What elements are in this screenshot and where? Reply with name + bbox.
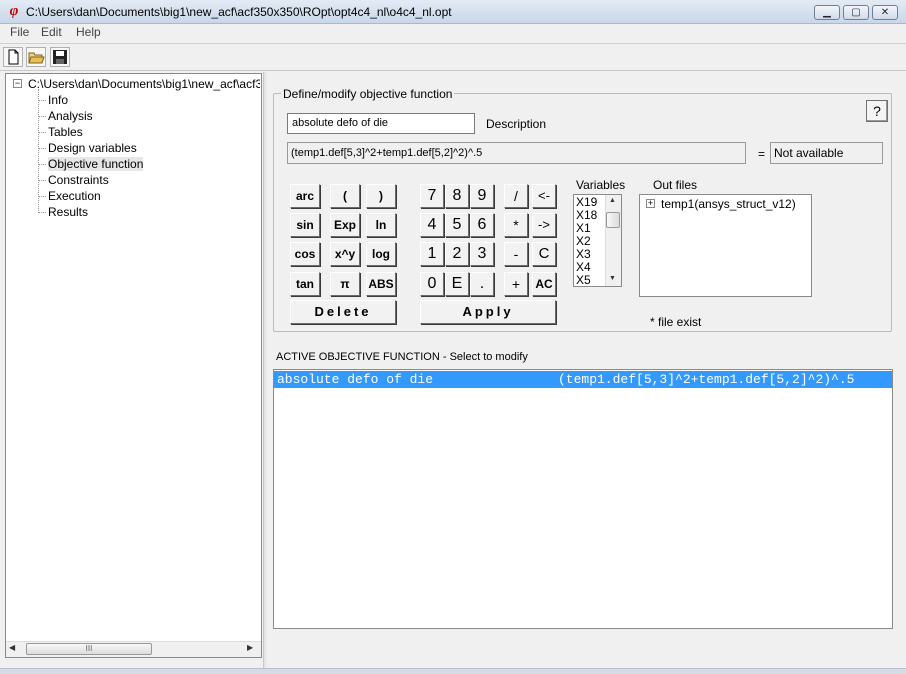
scroll-right-icon[interactable]: ▶ (247, 643, 253, 652)
pane-splitter[interactable] (263, 72, 266, 670)
digit-3-button[interactable]: 3 (470, 242, 494, 266)
tree-connector (38, 212, 46, 213)
tree-item-info[interactable]: Info (48, 93, 68, 107)
scroll-left-icon[interactable]: ◀ (9, 643, 15, 652)
window-title: C:\Users\dan\Documents\big1\new_acf\acf3… (26, 5, 452, 19)
digit-7-button[interactable]: 7 (420, 184, 444, 208)
out-file-item[interactable]: temp1(ansys_struct_v12) (661, 197, 796, 211)
exponent-e-button[interactable]: E (445, 272, 469, 296)
digit-1-button[interactable]: 1 (420, 242, 444, 266)
variable-item[interactable]: X5 (576, 274, 591, 287)
open-paren-button[interactable]: ( (330, 184, 360, 208)
new-file-icon (8, 49, 19, 65)
digit-5-button[interactable]: 5 (445, 213, 469, 237)
scroll-down-icon[interactable]: ▼ (609, 275, 616, 282)
active-objective-row[interactable]: absolute defo of die (temp1.def[5,3]^2+t… (274, 371, 892, 388)
close-paren-button[interactable]: ) (366, 184, 396, 208)
window-bottom-frame (0, 668, 906, 674)
plus-button[interactable]: + (504, 272, 528, 296)
new-file-button[interactable] (3, 47, 23, 67)
expand-icon[interactable]: + (646, 199, 655, 208)
app-icon: φ (9, 3, 19, 19)
file-exist-note: * file exist (650, 315, 702, 329)
result-field: Not available (770, 142, 883, 164)
variables-scrollbar[interactable] (605, 195, 621, 286)
backspace-button[interactable]: <- (532, 184, 556, 208)
variables-label: Variables (576, 178, 626, 192)
ln-button[interactable]: ln (366, 213, 396, 237)
maximize-button[interactable]: ▢ (843, 5, 869, 20)
abs-button[interactable]: ABS (366, 272, 396, 296)
toolbar (0, 43, 906, 71)
digit-9-button[interactable]: 9 (470, 184, 494, 208)
digit-2-button[interactable]: 2 (445, 242, 469, 266)
tree-item-constraints[interactable]: Constraints (48, 173, 109, 187)
decimal-point-button[interactable]: . (470, 272, 494, 296)
pi-button[interactable]: π (330, 272, 360, 296)
minimize-button[interactable]: ▁ (814, 5, 840, 20)
tree-item-design-variables[interactable]: Design variables (48, 141, 137, 155)
tree-connector (38, 132, 46, 133)
group-title: Define/modify objective function (281, 87, 455, 101)
cos-button[interactable]: cos (290, 242, 320, 266)
menu-bar (0, 24, 906, 43)
delete-button[interactable]: Delete (290, 300, 396, 324)
tree-connector (38, 164, 46, 165)
clear-button[interactable]: C (532, 242, 556, 266)
sin-button[interactable]: sin (290, 213, 320, 237)
tree-connector (38, 180, 46, 181)
tree-item-execution[interactable]: Execution (48, 189, 101, 203)
description-input[interactable]: absolute defo of die (287, 113, 475, 134)
out-files-label: Out files (653, 178, 698, 192)
forward-button[interactable]: -> (532, 213, 556, 237)
open-folder-icon (28, 52, 45, 64)
tree-item-objective-function[interactable]: Objective function (48, 157, 144, 171)
menu-edit[interactable]: Edit (41, 25, 62, 39)
digit-6-button[interactable]: 6 (470, 213, 494, 237)
digit-0-button[interactable]: 0 (420, 272, 444, 296)
tan-button[interactable]: tan (290, 272, 320, 296)
objective-expression: (temp1.def[5,3]^2+temp1.def[5,2]^2)^.5 (558, 372, 855, 387)
digit-4-button[interactable]: 4 (420, 213, 444, 237)
close-button[interactable]: ✕ (872, 5, 898, 20)
description-label: Description (486, 117, 547, 131)
tree-item-tables[interactable]: Tables (48, 125, 83, 139)
floppy-disk-icon (53, 50, 67, 64)
active-objective-list[interactable] (273, 369, 893, 629)
multiply-button[interactable]: * (504, 213, 528, 237)
log-button[interactable]: log (366, 242, 396, 266)
tree-connector (38, 148, 46, 149)
tree-item-analysis[interactable]: Analysis (48, 109, 93, 123)
exp-button[interactable]: Exp (330, 213, 360, 237)
divide-button[interactable]: / (504, 184, 528, 208)
digit-8-button[interactable]: 8 (445, 184, 469, 208)
tree-connector (38, 89, 39, 213)
objective-name: absolute defo of die (277, 372, 434, 387)
scroll-thumb[interactable] (606, 212, 620, 228)
expression-field[interactable]: (temp1.def[5,3]^2+temp1.def[5,2]^2)^.5 (287, 142, 746, 164)
equals-label: = (758, 147, 766, 161)
tree-connector (38, 196, 46, 197)
collapse-icon[interactable]: − (13, 79, 22, 88)
minus-button[interactable]: - (504, 242, 528, 266)
tree-connector (38, 116, 46, 117)
menu-file[interactable]: File (10, 25, 29, 39)
power-button[interactable]: x^y (330, 242, 360, 266)
open-file-button[interactable] (26, 47, 46, 67)
tree-item-results[interactable]: Results (48, 205, 88, 219)
arc-button[interactable]: arc (290, 184, 320, 208)
save-button[interactable] (50, 47, 70, 67)
active-objective-label: ACTIVE OBJECTIVE FUNCTION - Select to mo… (276, 351, 528, 363)
scroll-thumb[interactable]: III (26, 643, 152, 655)
apply-button[interactable]: Apply (420, 300, 556, 324)
tree-connector (38, 100, 46, 101)
tree-root[interactable]: C:\Users\dan\Documents\big1\new_acf\acf3… (28, 77, 260, 91)
all-clear-button[interactable]: AC (532, 272, 556, 296)
menu-help[interactable]: Help (76, 25, 101, 39)
scroll-up-icon[interactable]: ▲ (609, 197, 616, 204)
help-button[interactable]: ? (866, 100, 888, 122)
